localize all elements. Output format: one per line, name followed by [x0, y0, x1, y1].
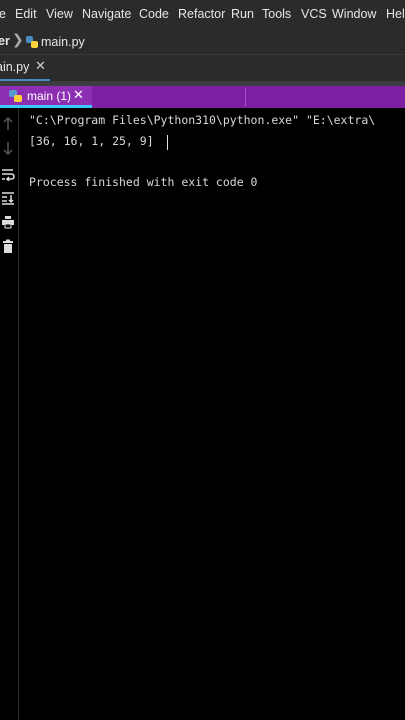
menu-help[interactable]: Help	[386, 7, 405, 21]
menu-file[interactable]: e	[0, 7, 6, 21]
tab-divider	[245, 88, 246, 106]
run-tab-label: main (1)	[27, 89, 72, 103]
print-icon[interactable]	[1, 214, 15, 229]
chevron-right-icon: ❯	[12, 32, 24, 48]
menu-navigate[interactable]: Navigate	[82, 7, 131, 21]
breadcrumb-project[interactable]: er	[0, 34, 10, 48]
down-arrow-icon[interactable]	[1, 140, 15, 156]
editor-tab-bar: ain.py ✕	[0, 55, 405, 82]
menu-view[interactable]: View	[46, 7, 73, 21]
run-toolbar	[0, 108, 19, 720]
menu-bar: e Edit View Navigate Code Refactor Run T…	[0, 0, 405, 31]
up-arrow-icon[interactable]	[1, 116, 15, 130]
close-icon[interactable]: ✕	[35, 59, 46, 74]
console-result-line: [36, 16, 1, 25, 9]	[29, 134, 154, 148]
console-output[interactable]: "C:\Program Files\Python310\python.exe" …	[19, 108, 405, 720]
scroll-to-end-icon[interactable]	[1, 190, 15, 205]
console-exit-line: Process finished with exit code 0	[29, 175, 258, 189]
breadcrumb-file[interactable]: main.py	[41, 35, 85, 49]
menu-tools[interactable]: Tools	[262, 7, 291, 21]
menu-refactor[interactable]: Refactor	[178, 7, 225, 21]
text-cursor	[167, 135, 168, 150]
run-tab-main[interactable]: main (1) ✕	[0, 86, 92, 108]
menu-code[interactable]: Code	[139, 7, 169, 21]
menu-edit[interactable]: Edit	[15, 7, 37, 21]
menu-window[interactable]: Window	[332, 7, 376, 21]
menu-run[interactable]: Run	[231, 7, 254, 21]
trash-icon[interactable]	[1, 238, 15, 253]
run-tab-bar: main (1) ✕	[0, 86, 405, 108]
close-icon[interactable]: ✕	[73, 88, 84, 103]
python-file-icon	[26, 36, 38, 48]
editor-tab-label: ain.py	[0, 60, 30, 74]
console-command-line: "C:\Program Files\Python310\python.exe" …	[29, 113, 376, 127]
soft-wrap-icon[interactable]	[1, 166, 15, 182]
menu-vcs[interactable]: VCS	[301, 7, 327, 21]
breadcrumb: er ❯ main.py	[0, 30, 405, 55]
python-run-icon	[9, 90, 23, 102]
